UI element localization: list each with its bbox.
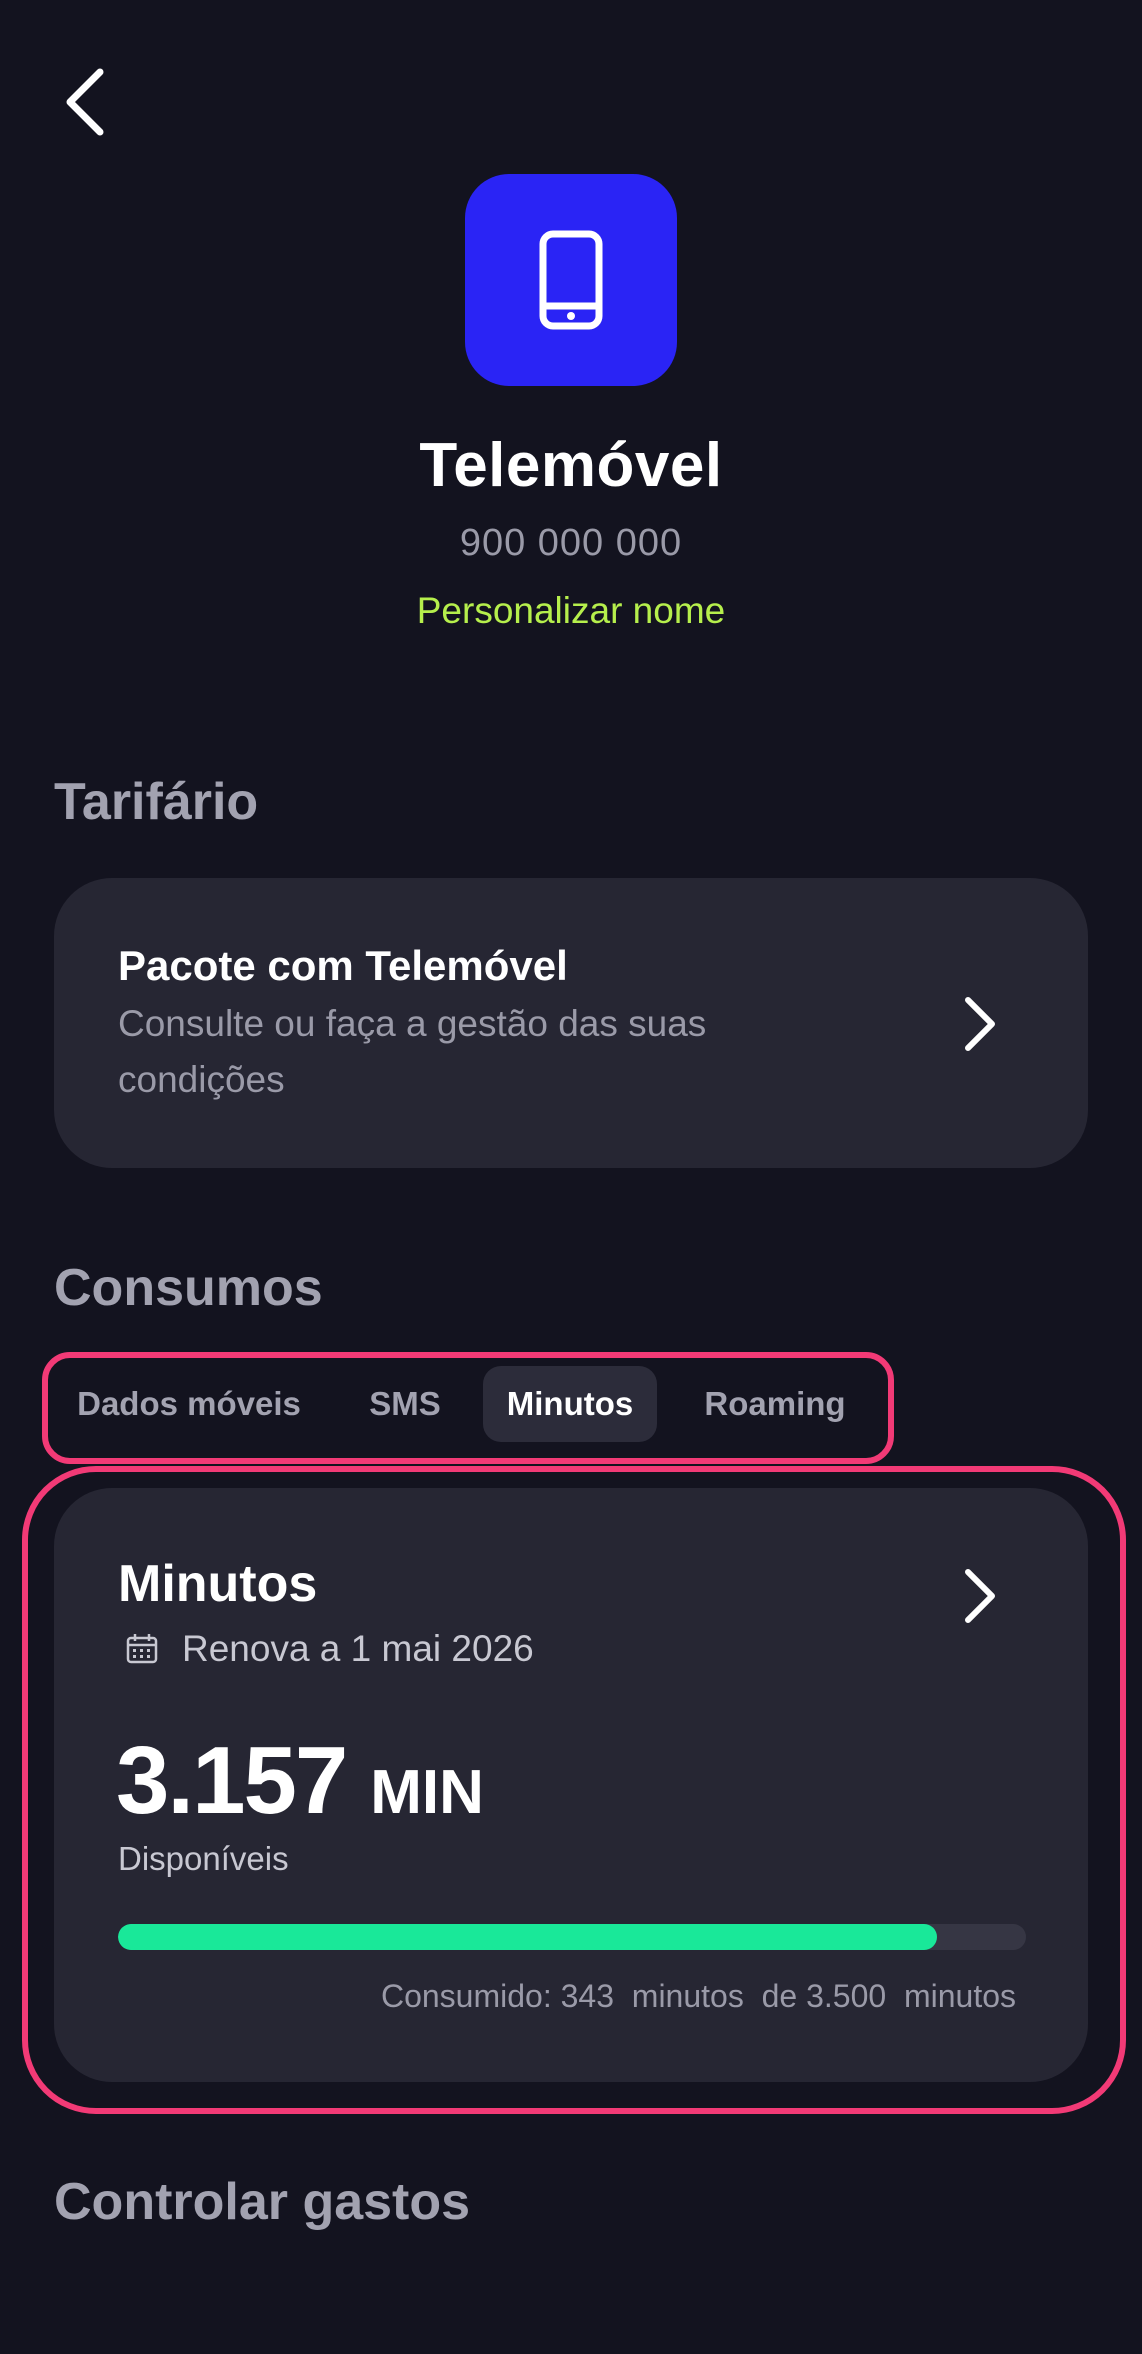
usage-progress-fill	[118, 1924, 938, 1950]
amount-unit: MIN	[370, 1758, 484, 1827]
renewal-row: Renova a 1 mai 2026	[126, 1624, 534, 1674]
available-label: Disponíveis	[118, 1840, 289, 1877]
chevron-right-icon	[965, 997, 995, 1051]
plan-title: Pacote com Telemóvel	[118, 942, 568, 989]
chevron-right-icon	[965, 1569, 995, 1623]
device-icon-tile	[465, 174, 677, 386]
consumos-heading: Consumos	[54, 1259, 323, 1317]
amount-value: 3.157	[116, 1727, 348, 1834]
usage-title: Minutos	[118, 1555, 318, 1613]
device-title: Telemóvel	[419, 431, 723, 500]
minutes-usage-card[interactable]: Minutos Renova a 1 mai 2026 3.157 MIN Di…	[54, 1488, 1088, 2082]
usage-progress-bar	[118, 1924, 1026, 1950]
renewal-date: Renova a 1 mai 2026	[182, 1628, 534, 1669]
tab-dados-moveis[interactable]: Dados móveis	[64, 1366, 314, 1442]
tab-sms[interactable]: SMS	[350, 1366, 460, 1442]
calendar-icon	[126, 1634, 158, 1664]
consumed-summary: Consumido: 343 minutos de 3.500 minutos	[380, 1978, 1016, 2014]
plan-subtitle: Consulte ou faça a gestão das suas condi…	[118, 1003, 707, 1100]
chevron-left-icon	[66, 68, 104, 136]
smartphone-icon	[539, 230, 603, 330]
available-amount: 3.157 MIN	[116, 1726, 484, 1836]
controlar-gastos-heading: Controlar gastos	[54, 2173, 471, 2231]
tab-roaming[interactable]: Roaming	[690, 1366, 860, 1442]
back-button[interactable]	[56, 62, 116, 142]
phone-number: 900 000 000	[459, 522, 683, 564]
tab-minutos[interactable]: Minutos	[483, 1366, 657, 1442]
tarifario-heading: Tarifário	[54, 773, 259, 831]
rename-link[interactable]: Personalizar nome	[0, 590, 1142, 632]
plan-card[interactable]: Pacote com Telemóvel Consulte ou faça a …	[54, 878, 1088, 1168]
